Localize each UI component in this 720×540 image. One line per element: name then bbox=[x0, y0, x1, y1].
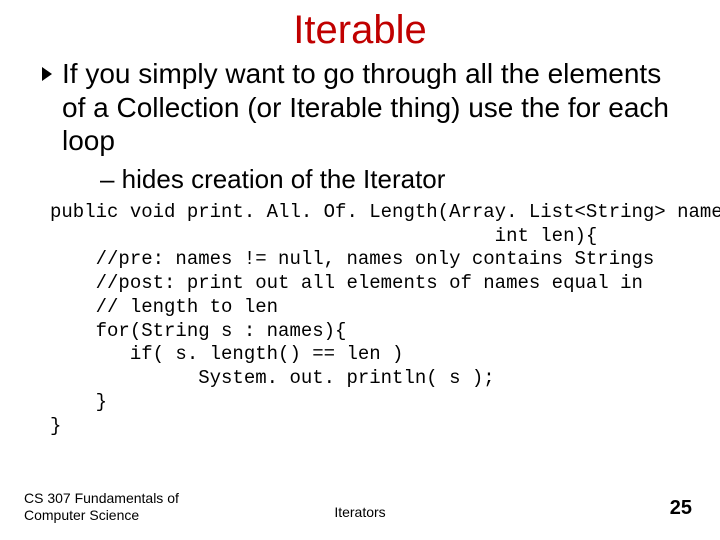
sub-bullet: – hides creation of the Iterator bbox=[100, 164, 692, 195]
footer-page-number: 25 bbox=[670, 497, 692, 520]
main-bullet: If you simply want to go through all the… bbox=[40, 57, 692, 158]
main-bullet-text: If you simply want to go through all the… bbox=[62, 57, 692, 158]
bullet-arrow-icon bbox=[40, 65, 56, 83]
slide-title: Iterable bbox=[0, 0, 720, 57]
code-block: public void print. All. Of. Length(Array… bbox=[50, 201, 692, 439]
slide-body: If you simply want to go through all the… bbox=[0, 57, 720, 438]
footer-topic: Iterators bbox=[0, 504, 720, 520]
slide: Iterable If you simply want to go throug… bbox=[0, 0, 720, 540]
